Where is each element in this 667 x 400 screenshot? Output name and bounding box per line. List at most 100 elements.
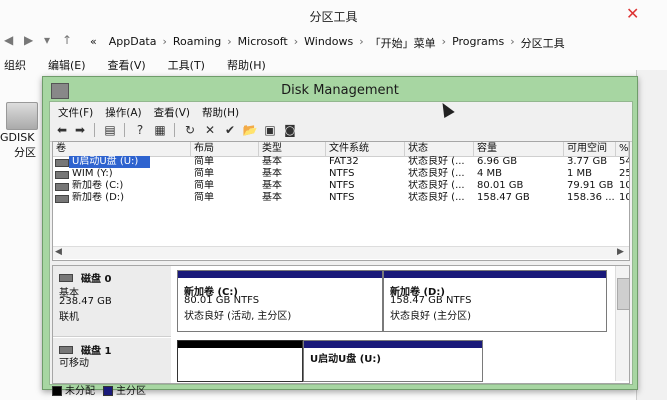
table-row[interactable]: 新加卷 (C:) 简单 基本 NTFS 状态良好 (... 80.01 GB 7… [53,180,629,192]
volume-fs: FAT32 [329,156,359,167]
disk-1-type: 可移动 [59,358,89,369]
checked-icon[interactable]: ✔ [222,122,238,138]
col-type[interactable]: 类型 [259,142,326,156]
partition-d[interactable]: 新加卷 (D:) 158.47 GB NTFS 状态良好 (主分区) [383,270,607,332]
col-percent[interactable]: % [616,142,629,156]
menu-help[interactable]: 帮助(H) [223,57,270,73]
console-tree-icon[interactable]: ▤ [102,122,118,138]
partition-u[interactable]: U启动U盘 (U:) [303,340,483,382]
legend: 未分配 主分区 [52,382,146,397]
partition-u-name: U启动U盘 (U:) [310,354,381,365]
unallocated-bar [178,341,302,348]
breadcrumb-roaming[interactable]: Roaming [167,35,227,51]
explore-icon[interactable]: ▣ [262,122,278,138]
menu-view[interactable]: 查看(V) [104,57,150,73]
volume-name: 新加卷 (D:) [72,192,125,203]
partition-d-size: 158.47 GB NTFS [390,295,472,306]
volume-free: 79.91 GB [567,180,614,191]
col-filesystem[interactable]: 文件系统 [326,142,405,156]
volume-capacity: 4 MB [477,168,503,179]
program-label[interactable]: GDISK [0,131,34,144]
col-status[interactable]: 状态 [405,142,474,156]
scroll-left-icon[interactable]: ◀ [55,247,62,257]
menu-edit[interactable]: 编辑(E) [44,57,90,73]
volume-free: 158.36 ... [567,192,615,203]
close-icon[interactable]: ✕ [626,4,639,23]
vertical-scrollbar[interactable] [615,266,629,381]
map-drive-icon[interactable]: ◙ [282,122,298,138]
volume-fs: NTFS [329,168,355,179]
volume-name: 新加卷 (C:) [72,180,124,191]
volume-percent: 54 [619,156,629,167]
forward-icon[interactable]: ▶ [24,33,33,47]
disk-1-label[interactable]: 磁盘 1 可移动 [53,338,171,383]
volume-free: 1 MB [567,168,593,179]
volume-free: 3.77 GB [567,156,608,167]
drive-icon [55,159,69,167]
table-row[interactable]: 新加卷 (D:) 简单 基本 NTFS 状态良好 (... 158.47 GB … [53,192,629,204]
forward-icon[interactable]: ➡ [72,122,88,138]
window-title: Disk Management [281,83,399,98]
horizontal-scrollbar[interactable]: ◀ ▶ [53,246,629,259]
primary-partition-bar [304,341,482,348]
volume-list-header: 卷 布局 类型 文件系统 状态 容量 可用空间 % [53,142,629,157]
legend-primary: 主分区 [103,382,146,397]
col-volume[interactable]: 卷 [53,142,191,156]
window-client: 文件(F) 操作(A) 查看(V) 帮助(H) ⬅ ➡ ▤ ? ▦ ↻ ✕ ✔ … [49,101,633,397]
table-row[interactable]: U启动U盘 (U:) 简单 基本 FAT32 状态良好 (... 6.96 GB… [53,156,629,168]
volume-status: 状态良好 (... [408,180,465,191]
volume-capacity: 6.96 GB [477,156,518,167]
table-row[interactable]: WIM (Y:) 简单 基本 NTFS 状态良好 (... 4 MB 1 MB … [53,168,629,180]
recent-dropdown-icon[interactable]: ▾ [44,33,50,47]
program-label-2[interactable]: 分区 [14,144,36,160]
explorer-menu-bar: 组织 编辑(E) 查看(V) 工具(T) 帮助(H) [0,57,270,73]
back-icon[interactable]: ⬅ [54,122,70,138]
volume-type: 基本 [262,192,282,203]
breadcrumb-overflow[interactable]: « [84,35,103,51]
breadcrumb-appdata[interactable]: AppData [103,35,163,51]
scrollbar-thumb[interactable] [617,278,629,310]
toolbar-divider [174,123,175,137]
primary-partition-bar [178,271,382,278]
menu-organize[interactable]: 组织 [0,57,30,73]
volume-type: 基本 [262,156,282,167]
breadcrumb-microsoft[interactable]: Microsoft [232,35,294,51]
volume-layout: 简单 [194,180,214,191]
breadcrumb-programs[interactable]: Programs [446,35,510,51]
help-icon[interactable]: ? [132,122,148,138]
col-free-space[interactable]: 可用空间 [564,142,616,156]
partition-c-size: 80.01 GB NTFS [184,295,260,306]
drive-icon [55,183,69,191]
program-icon[interactable] [6,102,38,130]
disk-icon [59,346,73,354]
legend-unallocated-label: 未分配 [65,386,95,397]
volume-layout: 简单 [194,192,214,203]
drive-icon [55,171,69,179]
breadcrumb-partition-tools[interactable]: 分区工具 [515,35,571,51]
disk-icon [59,274,73,282]
volume-type: 基本 [262,168,282,179]
col-layout[interactable]: 布局 [191,142,259,156]
disk-0-label[interactable]: 磁盘 0 基本 238.47 GB 联机 [53,266,171,337]
col-capacity[interactable]: 容量 [474,142,564,156]
scroll-right-icon[interactable]: ▶ [617,247,624,257]
open-folder-icon[interactable]: 📂 [242,122,258,138]
back-icon[interactable]: ◀ [4,33,13,47]
delete-icon[interactable]: ✕ [202,122,218,138]
breadcrumb-windows[interactable]: Windows [298,35,359,51]
partition-c-status: 状态良好 (活动, 主分区) [184,311,292,322]
unallocated-space[interactable] [177,340,303,382]
properties-icon[interactable]: ▦ [152,122,168,138]
up-icon[interactable]: ↑ [62,33,72,47]
volume-type: 基本 [262,180,282,191]
breadcrumb-start-menu[interactable]: 「开始」菜单 [364,35,442,51]
menu-tools[interactable]: 工具(T) [164,57,209,73]
disk-0-title: 磁盘 0 [59,270,111,285]
legend-unallocated: 未分配 [52,382,95,397]
toolbar-divider [94,123,95,137]
toolbar: ⬅ ➡ ▤ ? ▦ ↻ ✕ ✔ 📂 ▣ ◙ [50,119,632,142]
refresh-icon[interactable]: ↻ [182,122,198,138]
partition-c[interactable]: 新加卷 (C:) 80.01 GB NTFS 状态良好 (活动, 主分区) [177,270,383,332]
disk-management-window: Disk Management 文件(F) 操作(A) 查看(V) 帮助(H) … [42,76,638,397]
explorer-right-pane [636,70,667,400]
